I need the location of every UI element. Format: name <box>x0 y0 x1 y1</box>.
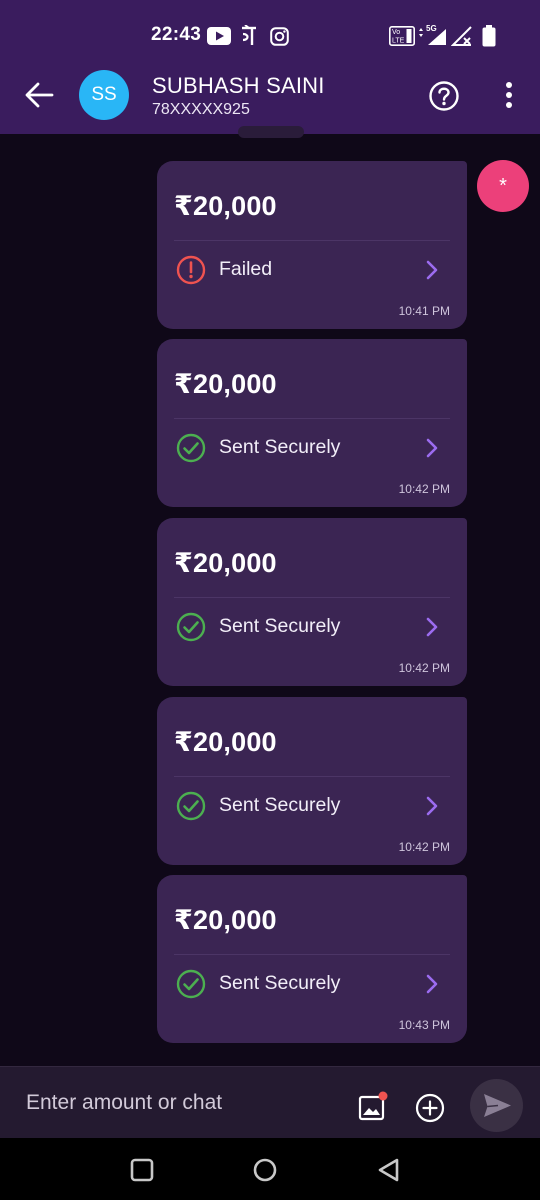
transaction-card[interactable]: ₹20,000 Failed 10:41 PM <box>157 161 467 329</box>
home-circle-icon[interactable] <box>251 1156 279 1184</box>
transaction-time: 10:41 PM <box>398 304 450 318</box>
phonepe-icon <box>242 25 256 45</box>
transaction-time: 10:42 PM <box>398 482 450 496</box>
transaction-status: Sent Securely <box>219 436 341 458</box>
transaction-time: 10:43 PM <box>398 1018 450 1032</box>
chat-input[interactable] <box>26 1087 326 1119</box>
chevron-right-icon[interactable] <box>424 259 440 281</box>
volte-icon: Vo LTE <box>389 26 415 46</box>
transaction-status: Sent Securely <box>219 615 341 637</box>
chevron-right-icon[interactable] <box>424 795 440 817</box>
chat-header: SS SUBHASH SAINI 78XXXXX925 <box>0 56 540 134</box>
divider <box>174 776 450 777</box>
transaction-card[interactable]: ₹20,000 Sent Securely 10:42 PM <box>157 518 467 686</box>
send-button[interactable] <box>470 1079 523 1132</box>
svg-text:Vo: Vo <box>392 29 400 36</box>
signal-5g-icon: 5G <box>419 24 446 45</box>
transaction-status: Sent Securely <box>219 794 341 816</box>
youtube-icon <box>207 27 231 45</box>
chat-input-bar <box>0 1066 540 1138</box>
transaction-card[interactable]: ₹20,000 Sent Securely 10:42 PM <box>157 339 467 507</box>
help-icon[interactable] <box>428 80 460 112</box>
scroll-indicator <box>238 126 304 138</box>
instagram-icon <box>270 27 289 46</box>
transaction-amount: ₹20,000 <box>174 369 277 399</box>
recents-square-icon[interactable] <box>128 1156 156 1184</box>
chevron-right-icon[interactable] <box>424 437 440 459</box>
chevron-right-icon[interactable] <box>424 616 440 638</box>
divider <box>174 597 450 598</box>
transaction-amount: ₹20,000 <box>174 548 277 578</box>
transaction-list[interactable]: * ₹20,000 Failed 10:41 PM ₹20,000 Sent S… <box>0 126 540 1066</box>
chevron-right-icon[interactable] <box>424 973 440 995</box>
transaction-amount: ₹20,000 <box>174 727 277 757</box>
transaction-time: 10:42 PM <box>398 661 450 675</box>
avatar[interactable]: SS <box>79 70 129 120</box>
transaction-card[interactable]: ₹20,000 Sent Securely 10:42 PM <box>157 697 467 865</box>
transaction-amount: ₹20,000 <box>174 905 277 935</box>
svg-text:5G: 5G <box>426 24 437 33</box>
divider <box>174 418 450 419</box>
transaction-time: 10:42 PM <box>398 840 450 854</box>
check-circle-icon <box>176 791 206 821</box>
star-button[interactable]: * <box>477 160 529 212</box>
divider <box>174 240 450 241</box>
back-arrow-icon[interactable] <box>22 77 58 113</box>
contact-phone: 78XXXXX925 <box>152 101 250 118</box>
transaction-amount: ₹20,000 <box>174 191 277 221</box>
check-circle-icon <box>176 969 206 999</box>
back-triangle-icon[interactable] <box>375 1156 403 1184</box>
svg-text:LTE: LTE <box>392 38 405 45</box>
gallery-icon[interactable] <box>357 1091 389 1123</box>
check-circle-icon <box>176 612 206 642</box>
more-vert-icon[interactable] <box>495 79 523 111</box>
add-circle-icon[interactable] <box>414 1092 446 1124</box>
transaction-card[interactable]: ₹20,000 Sent Securely 10:43 PM <box>157 875 467 1043</box>
check-circle-icon <box>176 433 206 463</box>
status-time: 22:43 <box>151 24 202 45</box>
signal-x-icon <box>451 26 472 46</box>
transaction-status: Sent Securely <box>219 972 341 994</box>
battery-icon <box>482 25 496 47</box>
system-nav-bar <box>0 1138 540 1200</box>
failed-icon <box>176 255 206 285</box>
divider <box>174 954 450 955</box>
transaction-status: Failed <box>219 258 273 280</box>
contact-name[interactable]: SUBHASH SAINI <box>152 73 325 99</box>
send-icon <box>484 1094 511 1117</box>
status-bar: 22:43 Vo LTE 5G <box>0 0 540 56</box>
